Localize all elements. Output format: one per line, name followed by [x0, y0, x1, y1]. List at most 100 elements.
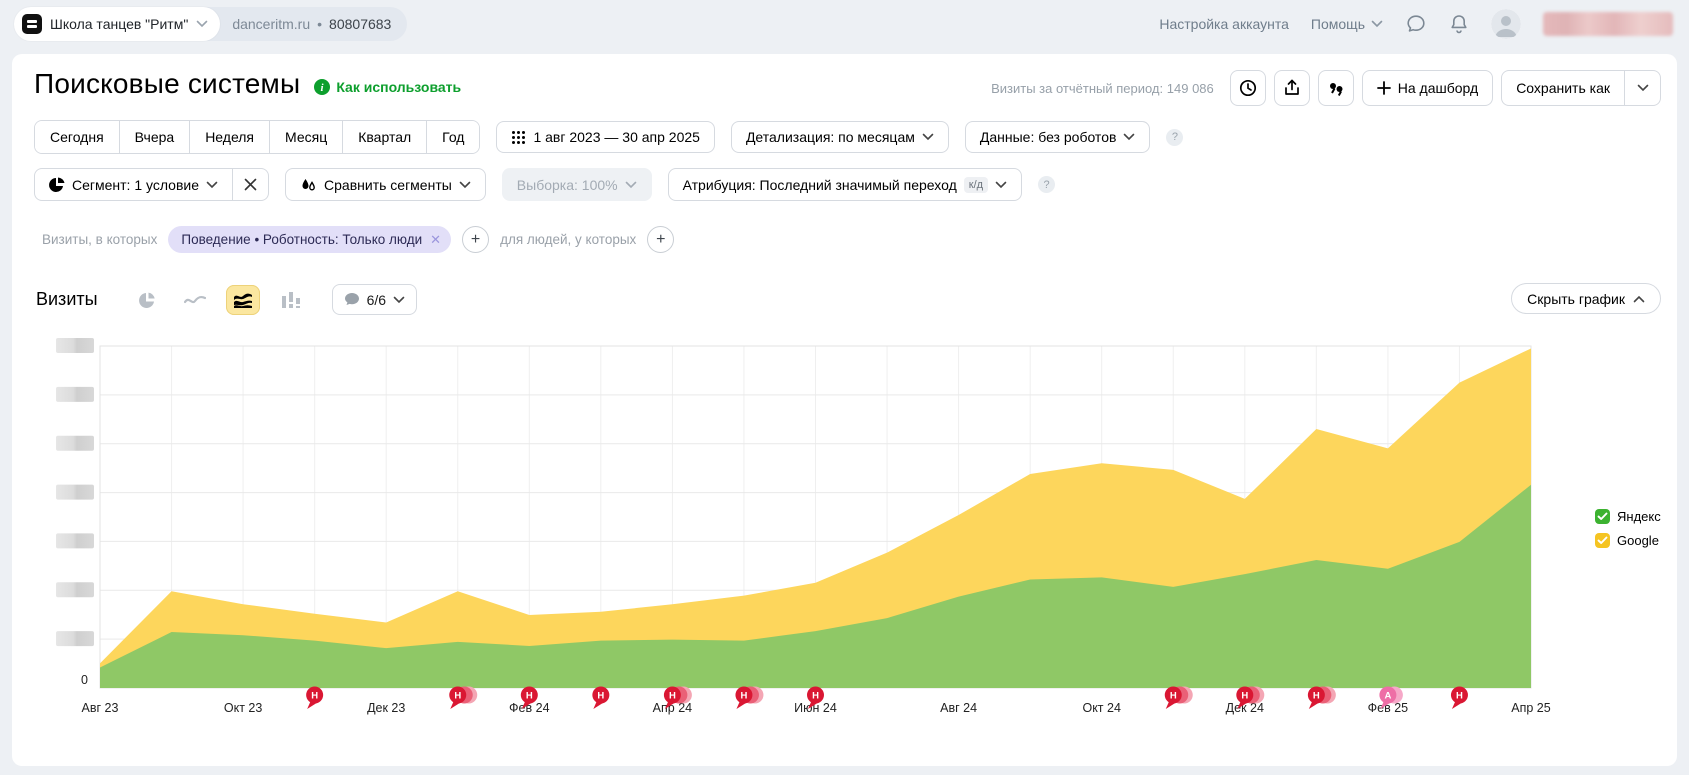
export-button[interactable] [1274, 70, 1310, 106]
compare-drops-icon [300, 177, 317, 193]
svg-text:Н: Н [454, 691, 461, 702]
chevron-down-icon [1637, 84, 1649, 92]
visits-summary-value: 149 086 [1167, 81, 1214, 96]
save-as-button[interactable]: Сохранить как [1501, 70, 1625, 106]
svg-text:Н: Н [1241, 691, 1248, 702]
period-preset-4[interactable]: Квартал [343, 121, 427, 153]
chart-svg[interactable]: 0Авг 23Окт 23Дек 23Фев 24Апр 24Июн 24Авг… [42, 330, 1642, 730]
help-question-icon[interactable]: ? [1038, 176, 1055, 193]
chart-type-pie-button[interactable] [130, 285, 164, 315]
compare-segments-label: Сравнить сегменты [324, 177, 452, 193]
date-range-button[interactable]: 1 авг 2023 — 30 апр 2025 [496, 121, 714, 153]
history-button[interactable] [1230, 70, 1266, 106]
period-preset-2[interactable]: Неделя [190, 121, 270, 153]
data-mode-label: Данные: без роботов [980, 129, 1117, 145]
period-preset-1[interactable]: Вчера [120, 121, 191, 153]
counter-pill[interactable]: Школа танцев "Ритм" [14, 7, 220, 41]
attribution-label: Атрибуция: Последний значимый переход [683, 177, 957, 193]
help-menu[interactable]: Помощь [1311, 16, 1383, 32]
legend-item-яндекс[interactable]: Яндекс [1595, 509, 1661, 524]
detail-dropdown[interactable]: Детализация: по месяцам [731, 121, 949, 153]
x-axis-label: Авг 24 [940, 701, 977, 715]
segment-condition-chip[interactable]: Поведение • Роботность: Только люди ✕ [168, 226, 451, 253]
chart-type-stacked-area-button[interactable] [226, 285, 260, 315]
visits-in-which-label: Визиты, в которых [42, 232, 157, 247]
visits-summary: Визиты за отчётный период: 149 086 [991, 81, 1214, 96]
chart-type-line-button[interactable] [178, 285, 212, 315]
notes-filter-dropdown[interactable]: 6/6 [332, 284, 417, 315]
segment-dropdown[interactable]: Сегмент: 1 условие [34, 168, 233, 201]
how-to-use-label: Как использовать [336, 79, 461, 95]
chart-legend: Яндекс Google [1595, 509, 1661, 548]
counter-selector[interactable]: Школа танцев "Ритм" danceritm.ru • 80807… [14, 7, 407, 41]
notifications-bell-icon[interactable] [1449, 13, 1469, 35]
annotation-marker-Май-24[interactable]: Н [735, 687, 763, 710]
x-axis-label: Окт 23 [224, 701, 262, 715]
counter-domain: danceritm.ru [232, 16, 310, 32]
period-preset-5[interactable]: Год [427, 121, 479, 153]
chevron-down-icon [1371, 20, 1383, 28]
period-preset-3[interactable]: Месяц [270, 121, 343, 153]
visits-stacked-area-chart[interactable]: 0Авг 23Окт 23Дек 23Фев 24Апр 24Июн 24Авг… [42, 330, 1642, 730]
chart-type-columns-button[interactable] [274, 285, 308, 315]
svg-text:Н: Н [669, 691, 676, 702]
hide-chart-button[interactable]: Скрыть график [1511, 283, 1661, 314]
calendar-grid-icon [511, 130, 526, 145]
svg-text:Н: Н [1313, 691, 1320, 702]
legend-checkbox[interactable] [1595, 509, 1610, 524]
svg-text:Н: Н [741, 691, 748, 702]
counter-id: 80807683 [329, 16, 391, 32]
report-header: Поисковые системы i Как использовать [34, 68, 461, 100]
chat-icon[interactable] [1405, 13, 1427, 35]
redacted-username [1543, 12, 1673, 36]
save-as-dropdown-button[interactable] [1625, 70, 1661, 106]
close-icon [244, 178, 257, 191]
pie-chart-icon [138, 291, 156, 309]
chip-remove-icon[interactable]: ✕ [430, 232, 441, 248]
legend-item-google[interactable]: Google [1595, 533, 1661, 548]
compare-segments-dropdown[interactable]: Сравнить сегменты [285, 168, 486, 201]
account-settings-link[interactable]: Настройка аккаунта [1159, 16, 1289, 32]
segment-clear-button[interactable] [233, 168, 269, 201]
chevron-down-icon [459, 181, 471, 189]
annotation-marker-Ноя-23[interactable]: Н [306, 687, 323, 710]
sampling-dropdown[interactable]: Выборка: 100% [502, 168, 652, 201]
help-question-icon[interactable]: ? [1166, 129, 1183, 146]
redacted-y-axis-label [56, 338, 94, 353]
segment-conditions-row: Визиты, в которых Поведение • Роботность… [42, 226, 674, 253]
annotation-marker-Мар-24[interactable]: Н [592, 687, 609, 710]
redacted-y-axis-label [56, 533, 94, 548]
annotations-button[interactable] [1318, 70, 1354, 106]
date-range-label: 1 авг 2023 — 30 апр 2025 [533, 129, 699, 145]
add-people-condition-button[interactable]: + [647, 226, 674, 253]
counter-name: Школа танцев "Ритм" [50, 16, 188, 32]
annotation-marker-Янв-24[interactable]: Н [449, 687, 477, 710]
annotation-marker-Янв-25[interactable]: Н [1308, 687, 1336, 710]
annotation-marker-Ноя-24[interactable]: Н [1165, 687, 1193, 710]
svg-text:Н: Н [1456, 691, 1463, 702]
svg-text:Н: Н [597, 691, 604, 702]
stacked-area-icon [233, 292, 253, 308]
hide-chart-label: Скрыть график [1527, 291, 1625, 307]
comment-bubble-icon [344, 292, 360, 307]
data-mode-dropdown[interactable]: Данные: без роботов [965, 121, 1151, 153]
add-visit-condition-button[interactable]: + [462, 226, 489, 253]
segment-button-group: Сегмент: 1 условие [34, 168, 269, 201]
chart-controls: Визиты 6/6 [36, 284, 417, 315]
attribution-dropdown[interactable]: Атрибуция: Последний значимый переход к/… [668, 168, 1022, 201]
chevron-down-icon [206, 181, 218, 189]
header-actions: Визиты за отчётный период: 149 086 На да… [991, 70, 1661, 106]
report-card: Поисковые системы i Как использовать Виз… [12, 54, 1677, 766]
avatar[interactable] [1491, 9, 1521, 39]
chevron-down-icon [393, 296, 405, 304]
period-preset-0[interactable]: Сегодня [35, 121, 120, 153]
plus-icon [1377, 81, 1391, 95]
redacted-y-axis-label [56, 485, 94, 500]
how-to-use-link[interactable]: i Как использовать [314, 79, 461, 95]
annotation-marker-Мар-25[interactable]: Н [1451, 687, 1468, 710]
add-to-dashboard-button[interactable]: На дашборд [1362, 70, 1493, 106]
chevron-down-icon [625, 181, 637, 189]
legend-checkbox[interactable] [1595, 533, 1610, 548]
svg-text:А: А [1384, 691, 1391, 702]
segment-label: Сегмент: 1 условие [72, 177, 199, 193]
